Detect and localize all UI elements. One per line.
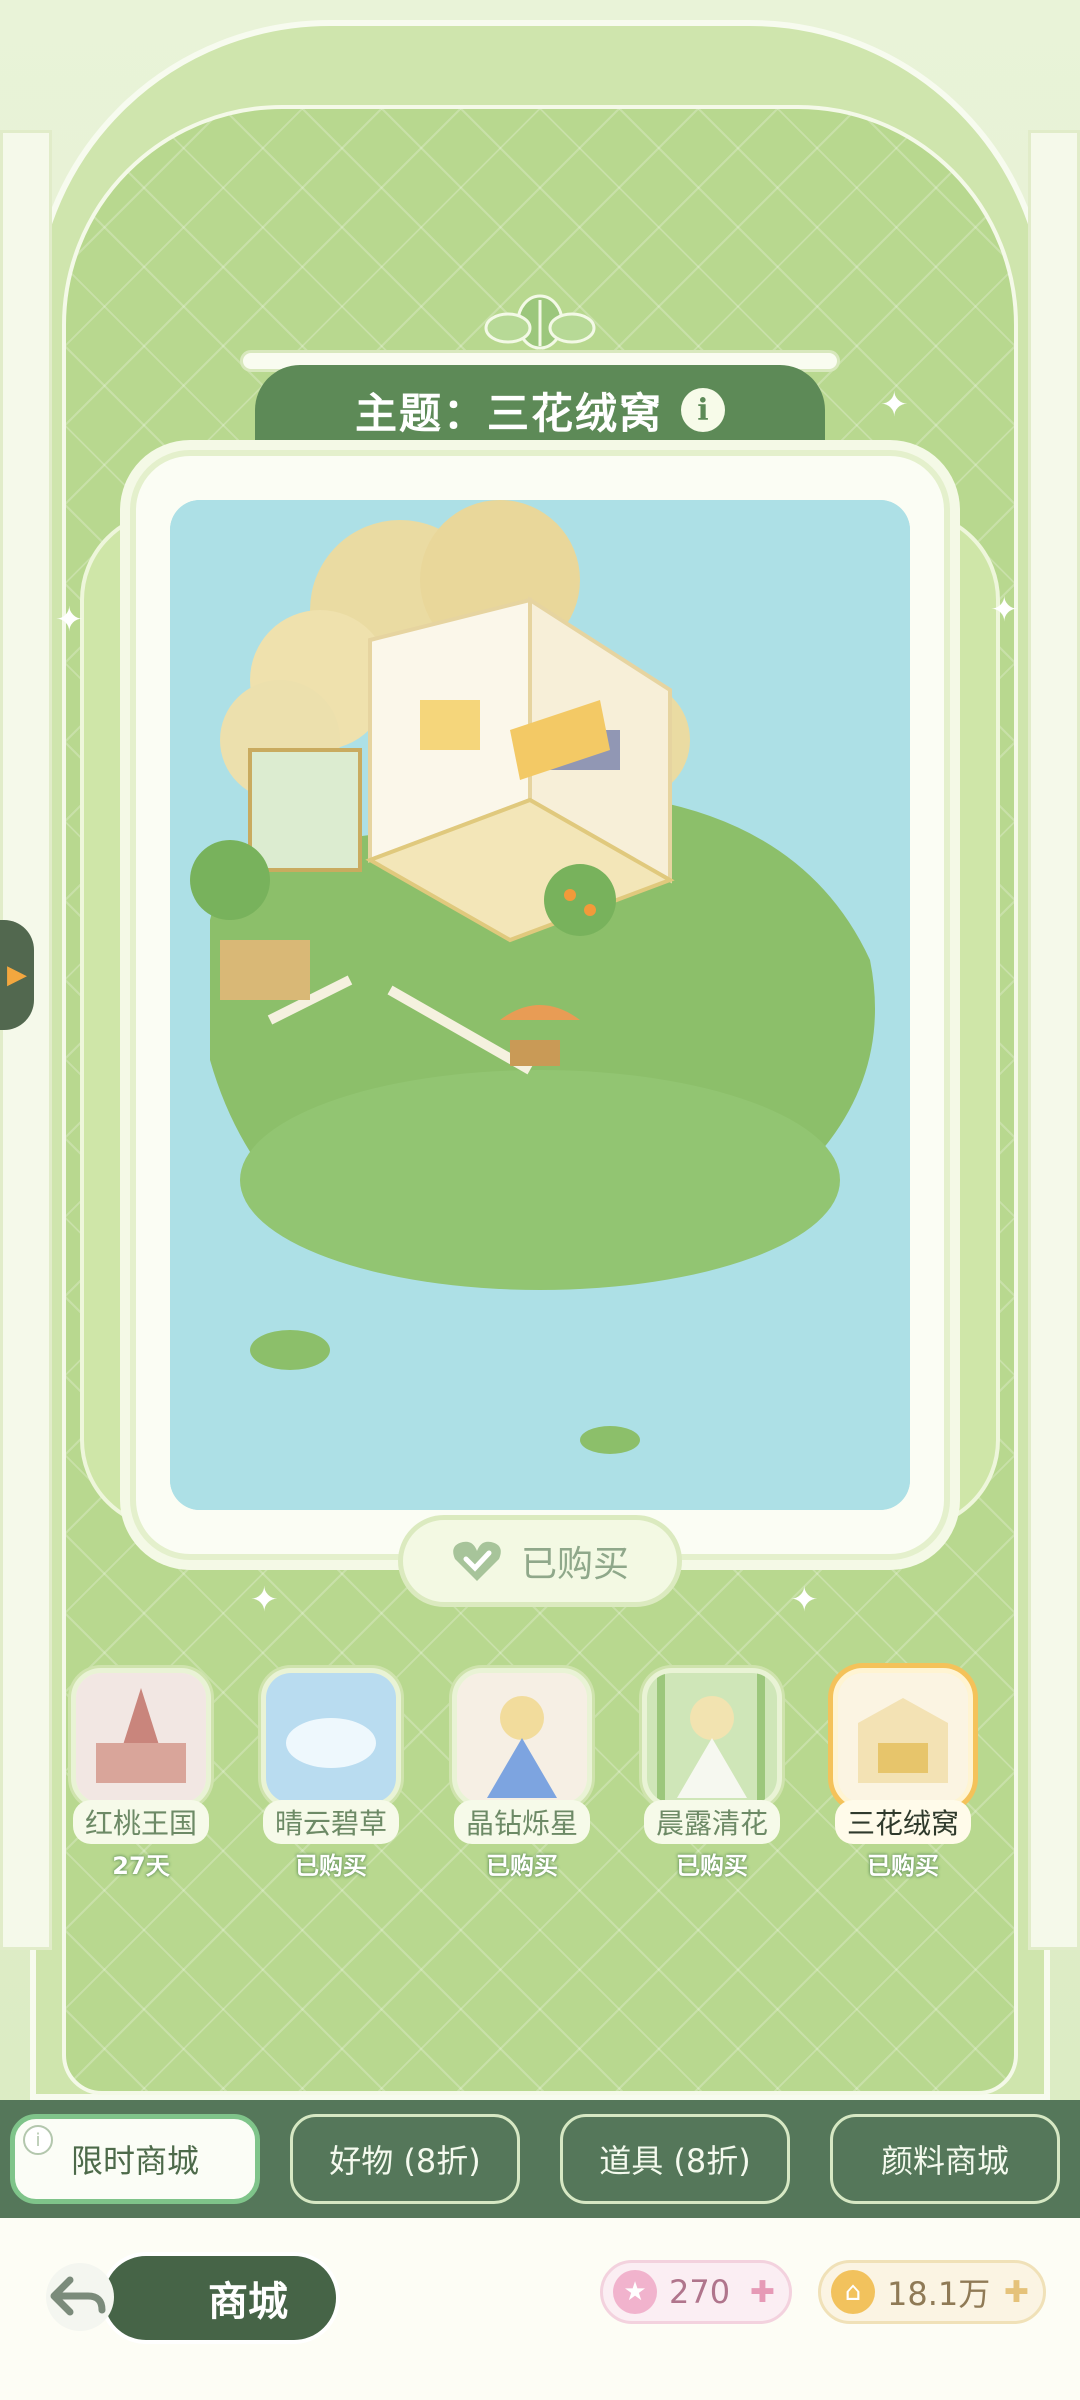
tab-paint-shop[interactable]: 颜料商城 (830, 2114, 1060, 2204)
theme-thumbnail (833, 1668, 973, 1808)
theme-status: 已购买 (867, 1852, 939, 1880)
theme-title: 主题：三花绒窝 (354, 388, 663, 438)
theme-status: 已购买 (486, 1852, 558, 1880)
house-illustration (170, 500, 910, 1510)
theme-status: 已购买 (295, 1852, 367, 1880)
theme-thumbnail (642, 1668, 782, 1808)
coin-currency[interactable]: ⌂ 18.1万 ✚ (818, 2260, 1046, 2324)
sparkle-icon: ✦ (250, 1580, 279, 1620)
theme-thumbnail (71, 1668, 211, 1808)
tab-limited-shop[interactable]: i 限时商城 (10, 2114, 260, 2204)
sparkle-icon: ✦ (790, 1580, 819, 1620)
theme-name: 三花绒窝 (834, 1800, 971, 1844)
sparkle-icon: ✦ (990, 590, 1019, 630)
tab-props[interactable]: 道具 (8折) (560, 2114, 790, 2204)
coin-currency-value: 18.1万 (887, 2275, 991, 2313)
tab-goods[interactable]: 好物 (8折) (290, 2114, 520, 2204)
add-star-icon[interactable]: ✚ (750, 2275, 775, 2310)
side-expand-arrow-icon[interactable]: ▶ (0, 920, 34, 1030)
theme-name: 红桃王国 (72, 1800, 209, 1844)
gold-coin-icon: ⌂ (831, 2270, 875, 2314)
theme-thumbnail (452, 1668, 592, 1808)
theme-title-banner: 主题：三花绒窝 i (255, 365, 825, 455)
right-pillar (1028, 130, 1080, 1950)
back-button[interactable]: 商城 (100, 2252, 340, 2344)
back-arrow-icon[interactable] (40, 2262, 120, 2332)
theme-preview-image[interactable] (170, 500, 910, 1510)
theme-status: 已购买 (676, 1852, 748, 1880)
left-pillar (0, 130, 52, 1950)
theme-name: 晴云碧草 (262, 1800, 399, 1844)
star-currency[interactable]: ★ 270 ✚ (600, 2260, 792, 2324)
tab-label: 好物 (8折) (329, 2142, 481, 2180)
theme-name: 晨露清花 (643, 1800, 780, 1844)
star-currency-value: 270 (669, 2273, 731, 2311)
theme-thumbnail (261, 1668, 401, 1808)
tab-label: 限时商城 (70, 2142, 199, 2180)
theme-name: 晶钻烁星 (453, 1800, 590, 1844)
theme-item-chenlu[interactable]: 晨露清花 已购买 (637, 1668, 787, 1881)
theme-item-sanhua[interactable]: 三花绒窝 已购买 (828, 1668, 978, 1881)
sparkle-icon: ✦ (880, 385, 909, 425)
theme-item-jingzuan[interactable]: 晶钻烁星 已购买 (447, 1668, 597, 1881)
info-icon[interactable]: i (681, 388, 725, 432)
theme-item-qingyun[interactable]: 晴云碧草 已购买 (256, 1668, 406, 1881)
back-label: 商城 (208, 2279, 288, 2325)
star-gem-icon: ★ (613, 2270, 657, 2314)
purchased-label: 已购买 (520, 1544, 629, 1585)
leaf-ornament-icon (484, 294, 596, 350)
theme-item-hongtao[interactable]: 红桃王国 27天 (66, 1668, 216, 1881)
tab-label: 道具 (8折) (599, 2142, 751, 2180)
theme-status: 27天 (112, 1852, 170, 1880)
shop-tab-bar: i 限时商城 好物 (8折) 道具 (8折) 颜料商城 (0, 2100, 1080, 2218)
tab-label: 颜料商城 (880, 2142, 1009, 2180)
heart-check-icon (453, 1541, 501, 1581)
add-coin-icon[interactable]: ✚ (1004, 2275, 1029, 2310)
sparkle-icon: ✦ (55, 600, 84, 640)
info-icon[interactable]: i (23, 2125, 53, 2155)
purchased-status-pill: 已购买 (398, 1515, 682, 1607)
